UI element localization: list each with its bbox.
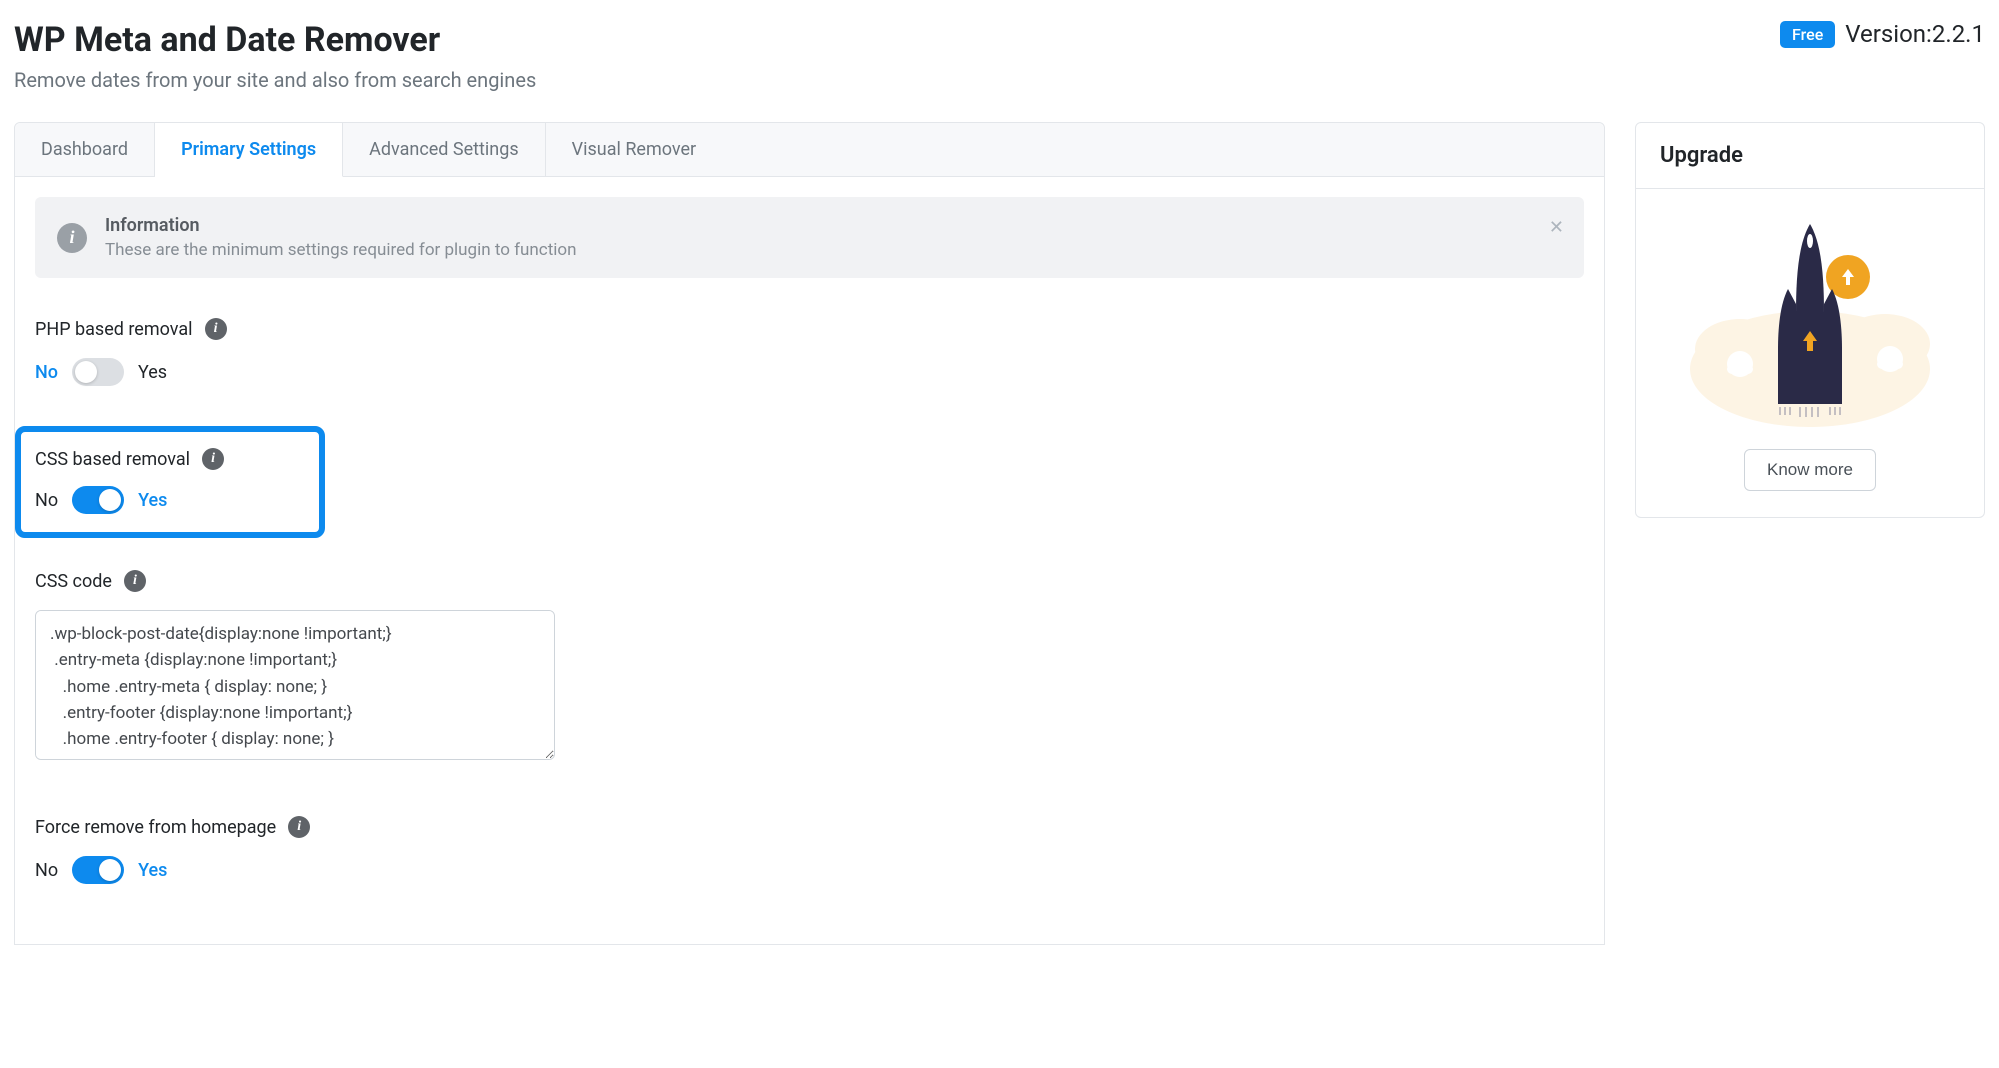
- tabs-bar: Dashboard Primary Settings Advanced Sett…: [15, 123, 1604, 177]
- know-more-button[interactable]: Know more: [1744, 449, 1876, 491]
- info-icon[interactable]: i: [202, 448, 224, 470]
- force-homepage-label: Force remove from homepage: [35, 817, 276, 838]
- css-code-textarea[interactable]: [35, 610, 555, 760]
- setting-force-homepage: Force remove from homepage i No Yes: [35, 804, 1584, 896]
- force-homepage-toggle[interactable]: [72, 856, 124, 884]
- tab-primary-settings[interactable]: Primary Settings: [155, 123, 343, 177]
- info-body: These are the minimum settings required …: [105, 240, 576, 260]
- css-removal-yes: Yes: [138, 490, 167, 511]
- tab-dashboard[interactable]: Dashboard: [15, 123, 155, 176]
- info-icon[interactable]: i: [124, 570, 146, 592]
- php-removal-toggle[interactable]: [72, 358, 124, 386]
- info-title: Information: [105, 215, 576, 236]
- info-icon[interactable]: i: [288, 816, 310, 838]
- version-label: Version:2.2.1: [1845, 20, 1985, 48]
- free-badge: Free: [1780, 21, 1835, 48]
- php-removal-label: PHP based removal: [35, 319, 193, 340]
- css-removal-toggle[interactable]: [72, 486, 124, 514]
- css-code-label: CSS code: [35, 571, 112, 592]
- css-removal-no: No: [35, 490, 58, 511]
- force-homepage-yes: Yes: [138, 860, 167, 881]
- setting-css-code: CSS code i: [35, 558, 1584, 776]
- tab-advanced-settings[interactable]: Advanced Settings: [343, 123, 546, 176]
- info-icon: i: [57, 223, 87, 253]
- page-subtitle: Remove dates from your site and also fro…: [14, 68, 536, 92]
- information-alert: i Information These are the minimum sett…: [35, 197, 1584, 278]
- close-icon[interactable]: ✕: [1549, 217, 1564, 238]
- upgrade-panel: Upgrade: [1635, 122, 1985, 518]
- force-homepage-no: No: [35, 860, 58, 881]
- setting-php-removal: PHP based removal i No Yes: [35, 306, 1584, 398]
- info-icon[interactable]: i: [205, 318, 227, 340]
- upgrade-title: Upgrade: [1636, 123, 1984, 189]
- rocket-illustration: [1680, 219, 1940, 429]
- tab-visual-remover[interactable]: Visual Remover: [546, 123, 723, 176]
- highlighted-css-removal: CSS based removal i No Yes: [15, 426, 325, 538]
- php-removal-no: No: [35, 362, 58, 383]
- page-title: WP Meta and Date Remover: [14, 20, 536, 60]
- main-panel: Dashboard Primary Settings Advanced Sett…: [14, 122, 1605, 945]
- css-removal-label: CSS based removal: [35, 449, 190, 470]
- php-removal-yes: Yes: [138, 362, 167, 383]
